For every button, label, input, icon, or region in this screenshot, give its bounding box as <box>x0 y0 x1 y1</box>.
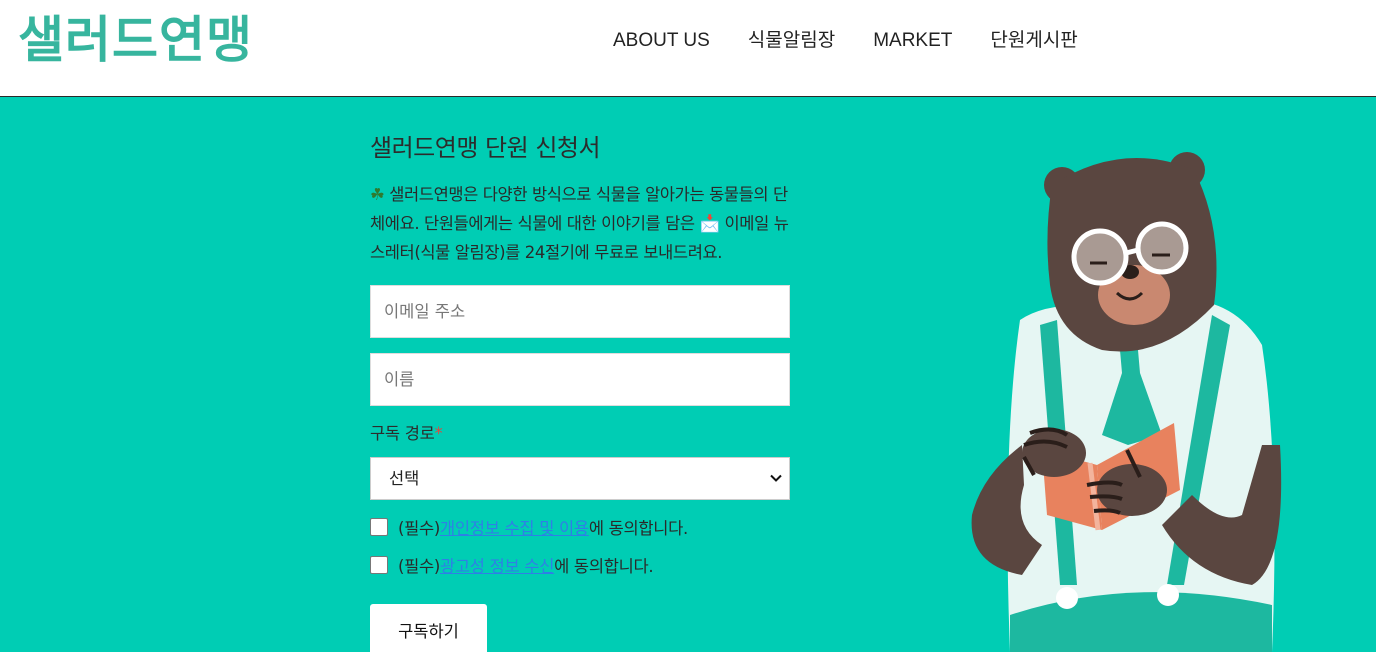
mail-icon: 📩 <box>699 214 721 233</box>
route-select-value: 선택 <box>389 469 420 488</box>
nav-plant-notes[interactable]: 식물알림장 <box>748 30 835 52</box>
name-input[interactable] <box>370 353 790 406</box>
route-label: 구독 경로* <box>370 424 443 443</box>
subscribe-button[interactable]: 구독하기 <box>370 604 487 652</box>
email-input[interactable] <box>370 285 790 338</box>
nav-about-us[interactable]: ABOUT US <box>613 30 710 52</box>
route-select[interactable]: 선택 <box>370 457 790 500</box>
nav-member-board[interactable]: 단원게시판 <box>990 30 1077 52</box>
nav-market[interactable]: MARKET <box>873 30 952 52</box>
consent-ads-row: (필수) 광고성 정보 수신 에 동의합니다. <box>370 553 654 577</box>
bear-illustration <box>971 152 1282 652</box>
signup-form: 샐러드연맹 단원 신청서 ☘ 샐러드연맹은 다양한 방식으로 식물을 알아가는 … <box>370 128 790 267</box>
consent-ads-checkbox[interactable] <box>370 556 388 574</box>
main-nav: ABOUT US 식물알림장 MARKET 단원게시판 <box>613 30 1078 52</box>
required-mark: * <box>434 424 443 443</box>
privacy-policy-link[interactable]: 개인정보 수집 및 이용 <box>440 515 589 539</box>
ads-consent-link[interactable]: 광고성 정보 수신 <box>440 553 554 577</box>
site-logo[interactable]: 샐러드연맹 <box>18 8 253 72</box>
site-header: 샐러드연맹 ABOUT US 식물알림장 MARKET 단원게시판 <box>0 0 1376 97</box>
chevron-down-icon <box>770 474 782 482</box>
clover-icon: ☘ <box>370 185 385 204</box>
consent-privacy-row: (필수) 개인정보 수집 및 이용 에 동의합니다. <box>370 515 688 539</box>
consent-privacy-checkbox[interactable] <box>370 518 388 536</box>
form-description: ☘ 샐러드연맹은 다양한 방식으로 식물을 알아가는 동물들의 단체에요. 단원… <box>370 185 789 262</box>
form-title: 샐러드연맹 단원 신청서 <box>370 134 601 162</box>
